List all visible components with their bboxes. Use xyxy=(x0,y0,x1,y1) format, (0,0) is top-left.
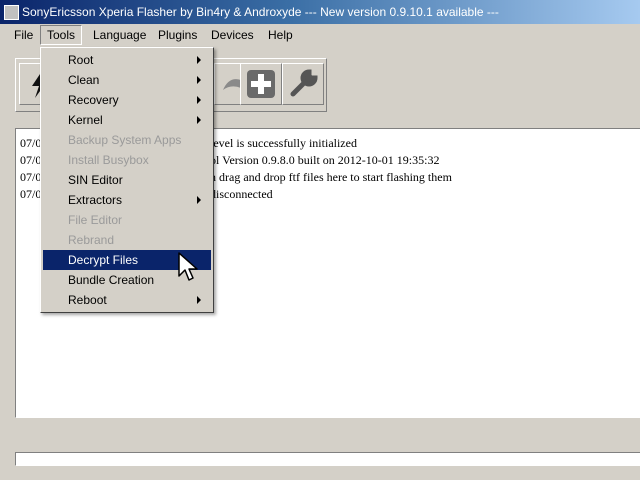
menu-item-rebrand: Rebrand xyxy=(68,233,115,247)
menu-tools[interactable]: Tools xyxy=(40,25,83,45)
menu-language[interactable]: Language xyxy=(87,26,152,44)
menu-item-clean[interactable]: Clean xyxy=(43,70,211,90)
menu-item-kernel[interactable]: Kernel xyxy=(43,110,211,130)
menu-item-sin-editor[interactable]: SIN Editor xyxy=(43,170,211,190)
submenu-arrow-icon xyxy=(197,56,201,64)
menu-item-root[interactable]: Root xyxy=(43,50,211,70)
menu-bar: File Tools Language Plugins Devices Help xyxy=(0,24,640,47)
submenu-arrow-icon xyxy=(197,76,201,84)
submenu-arrow-icon xyxy=(197,196,201,204)
plus-icon xyxy=(247,70,275,98)
menu-plugins[interactable]: Plugins xyxy=(152,26,203,44)
menu-item-recovery[interactable]: Recovery xyxy=(43,90,211,110)
wrench-icon xyxy=(290,69,318,97)
title-bar: SonyEricsson Xperia Flasher by Bin4ry & … xyxy=(0,0,640,24)
log-message: level is successfully initialized xyxy=(210,136,357,150)
menu-item-install-busybox: Install Busybox xyxy=(68,153,149,167)
log-message: n drag and drop ftf files here to start … xyxy=(210,170,452,184)
progress-bar xyxy=(15,452,640,466)
menu-item-backup-system-apps: Backup System Apps xyxy=(68,133,182,147)
mouse-cursor-icon xyxy=(178,252,198,281)
log-message: disconnected xyxy=(210,187,273,201)
menu-devices[interactable]: Devices xyxy=(205,26,260,44)
submenu-arrow-icon xyxy=(197,96,201,104)
menu-file[interactable]: File xyxy=(8,26,39,44)
menu-help[interactable]: Help xyxy=(262,26,299,44)
wrench-button[interactable] xyxy=(282,63,324,105)
window-title: SonyEricsson Xperia Flasher by Bin4ry & … xyxy=(22,5,499,19)
menu-item-extractors[interactable]: Extractors xyxy=(43,190,211,210)
log-message: ol Version 0.9.8.0 built on 2012-10-01 1… xyxy=(210,153,440,167)
plus-button[interactable] xyxy=(240,63,282,105)
menu-item-reboot[interactable]: Reboot xyxy=(43,290,211,310)
submenu-arrow-icon xyxy=(197,296,201,304)
menu-item-file-editor: File Editor xyxy=(68,213,123,227)
app-icon xyxy=(4,5,19,20)
submenu-arrow-icon xyxy=(197,116,201,124)
